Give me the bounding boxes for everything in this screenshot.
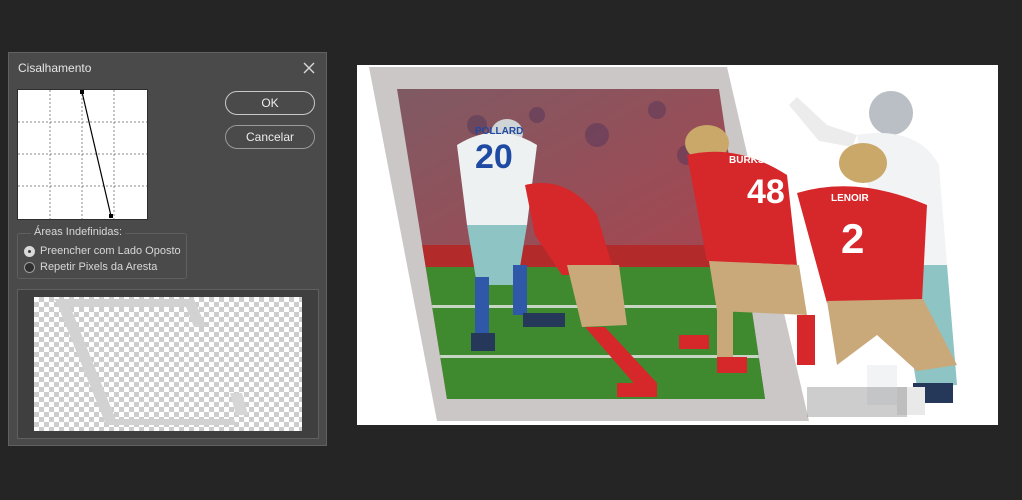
burks-number: 48 [747, 173, 785, 211]
repeat-edge-pixels-label: Repetir Pixels da Aresta [40, 261, 158, 273]
radio-fill-opposite-side[interactable] [24, 245, 35, 257]
lenoir-name: LENOIR [831, 193, 870, 204]
fill-opposite-side-option[interactable]: Preencher com Lado Oposto [24, 245, 181, 257]
close-button[interactable] [300, 59, 318, 77]
shear-dialog: Cisalhamento OK Cancelar Áreas Indefinid… [8, 52, 327, 446]
close-icon [303, 62, 315, 74]
sheared-photo: 20 POLLARD 48 BURKS 2 LENOIR [369, 67, 957, 421]
shear-handle-bottom [109, 214, 113, 218]
repeat-edge-pixels-option[interactable]: Repetir Pixels da Aresta [24, 261, 157, 273]
dialog-titlebar: Cisalhamento [9, 53, 326, 83]
pollard-name: POLLARD [475, 126, 523, 137]
shear-preview [34, 297, 302, 431]
shear-curve-grid[interactable] [17, 89, 148, 220]
pollard-number: 20 [475, 138, 513, 176]
undefined-areas-legend: Áreas Indefinidas: [31, 226, 126, 238]
ok-button[interactable]: OK [225, 91, 315, 115]
shear-handle-top [80, 90, 84, 94]
cancel-button[interactable]: Cancelar [225, 125, 315, 149]
radio-repeat-edge-pixels[interactable] [24, 261, 35, 273]
fill-opposite-side-label: Preencher com Lado Oposto [40, 245, 181, 257]
dialog-title: Cisalhamento [18, 61, 92, 75]
undefined-areas-group: Áreas Indefinidas: Preencher com Lado Op… [17, 226, 187, 279]
preview-frame [17, 289, 319, 439]
document-canvas: 20 POLLARD 48 BURKS 2 LENOIR [357, 65, 998, 425]
burks-name: BURKS [729, 155, 765, 166]
lenoir-number: 2 [841, 215, 864, 262]
